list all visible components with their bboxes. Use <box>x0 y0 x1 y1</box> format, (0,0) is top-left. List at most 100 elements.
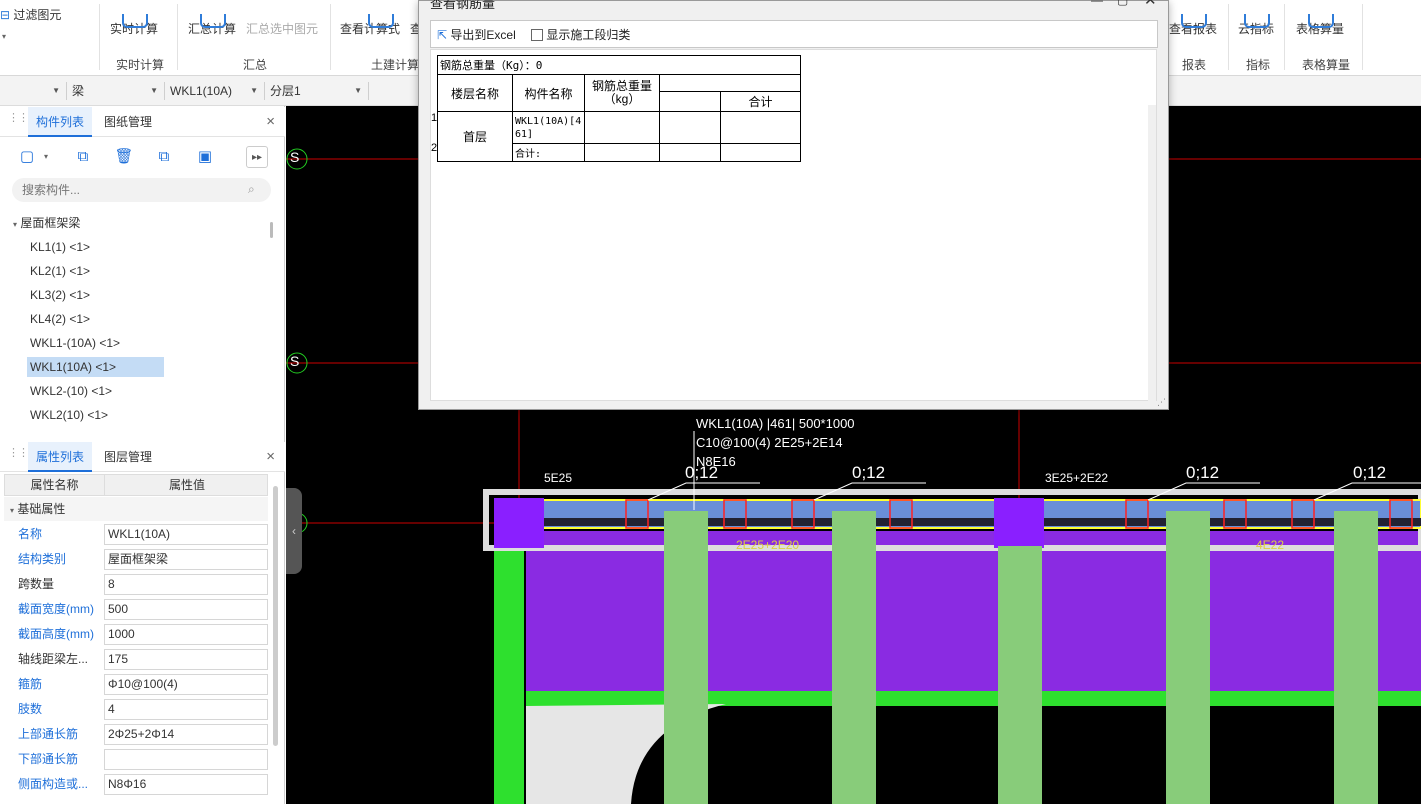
filter-icon: ⊟ <box>0 8 11 22</box>
tree-item[interactable]: KL4(2) <1> <box>27 309 93 329</box>
component-header: 构件名称 <box>512 74 585 112</box>
view-report-button[interactable]: 查看报表 <box>1169 14 1217 37</box>
search-input[interactable] <box>12 178 271 202</box>
subtotal-cell: 合计: <box>512 143 585 162</box>
tree-item[interactable]: WKL2-(10) <1> <box>27 381 115 401</box>
property-value[interactable]: 500 <box>104 599 268 620</box>
property-value[interactable]: 8 <box>104 574 268 595</box>
stirrup-label: 0;12 <box>685 463 719 482</box>
column <box>998 546 1042 804</box>
search-icon[interactable]: ⌕ <box>248 182 255 197</box>
tree-item[interactable]: WKL2(10) <1> <box>27 405 111 425</box>
tree-scrollbar[interactable] <box>270 222 273 238</box>
minimize-icon[interactable]: — <box>1091 0 1103 7</box>
table-quantity-button[interactable]: 表格算量 <box>1296 14 1344 37</box>
chevron-down-icon[interactable]: ▾ <box>44 146 48 168</box>
duplicate-icon[interactable]: ⧉ <box>153 146 175 168</box>
property-value[interactable]: N8Φ16 <box>104 774 268 795</box>
summary-selected-button[interactable]: 汇总选中图元 <box>246 20 318 37</box>
support-column <box>994 498 1044 548</box>
component-select[interactable]: WKL1(10A) ▼ <box>166 80 262 102</box>
floor-cell: 首层 <box>437 111 513 162</box>
view-formula-button[interactable]: 查看计算式 <box>340 14 400 37</box>
left-beam <box>494 546 524 804</box>
property-scrollbar[interactable] <box>273 486 278 746</box>
drag-handle-icon[interactable]: ⋮⋮ <box>8 113 29 124</box>
tab-drawing-management[interactable]: 图纸管理 <box>96 107 160 137</box>
drag-handle-icon[interactable]: ⋮⋮ <box>8 448 29 459</box>
left-panel: ⋮⋮ 构件列表 图纸管理 × ▢ ▾ ⧉ 🗑 ⧉ ▣ ▸▸ ⌕ ▾ 屋面框架梁 … <box>0 106 285 804</box>
property-row: 截面高度(mm) 1000 <box>4 622 268 647</box>
close-icon[interactable]: × <box>266 448 275 465</box>
group-civil: 土建计算 <box>371 58 420 72</box>
filter-elements-button[interactable]: ⊟ 过滤图元 <box>0 6 61 23</box>
column <box>832 511 876 804</box>
property-row: 名称 WKL1(10A) <box>4 522 268 547</box>
tree-root[interactable]: ▾ 屋面框架梁 <box>10 213 83 233</box>
property-value[interactable]: Φ10@100(4) <box>104 674 268 695</box>
tree-item[interactable]: WKL1-(10A) <1> <box>27 333 123 353</box>
col-property-value: 属性值 <box>168 478 205 492</box>
property-name: 轴线距梁左... <box>18 652 89 666</box>
beam-annotation[interactable]: WKL1(10A) |461| 500*1000 C10@100(4) 2E25… <box>696 414 855 471</box>
property-value[interactable]: 2Φ25+2Φ14 <box>104 724 268 745</box>
export-excel-button[interactable]: ⇱ 导出到Excel <box>437 26 516 43</box>
col-property-name: 属性名称 <box>5 475 105 495</box>
close-icon[interactable]: ✕ <box>1144 0 1157 9</box>
bottom-rebar-label: 2E25+2E20 <box>736 538 800 552</box>
property-value[interactable]: 屋面框架梁 <box>104 549 268 570</box>
property-name: 结构类别 <box>18 552 67 566</box>
summary-calc-button[interactable]: 汇总计算 <box>188 14 236 37</box>
resize-grip-icon[interactable]: ⋰ <box>1157 397 1166 408</box>
stirrup-label: 0;12 <box>1353 463 1387 482</box>
property-value[interactable]: 175 <box>104 649 268 670</box>
close-icon[interactable]: × <box>266 113 275 130</box>
stirrup-label: 0;12 <box>852 463 886 482</box>
more-icon[interactable]: ▸▸ <box>246 146 268 168</box>
layer-copy-icon[interactable]: ▣ <box>194 146 216 168</box>
chevron-left-icon: ‹ <box>292 524 296 538</box>
new-component-icon[interactable]: ▢ <box>16 146 38 168</box>
support-rebar-label: 3E25+2E22 <box>1045 471 1109 485</box>
property-value[interactable]: WKL1(10A) <box>104 524 268 545</box>
tree-item[interactable]: KL1(1) <1> <box>27 237 93 257</box>
table-edit-icon <box>1308 14 1334 28</box>
category-select[interactable]: 梁 ▼ <box>68 80 162 102</box>
copy-icon[interactable]: ⧉ <box>72 146 94 168</box>
show-stage-checkbox[interactable]: 显示施工段归类 <box>531 26 630 43</box>
cloud-index-button[interactable]: 云指标 <box>1238 14 1274 37</box>
realtime-calc-button[interactable]: 实时计算 <box>110 14 158 37</box>
axis-label: S <box>290 353 300 369</box>
tree-item[interactable]: KL3(2) <1> <box>27 285 93 305</box>
sigma-icon <box>200 14 226 28</box>
tab-property-list[interactable]: 属性列表 <box>28 442 93 472</box>
tab-layer-management[interactable]: 图层管理 <box>96 442 160 472</box>
slab-area <box>526 531 1421 691</box>
property-panel-tabs: ⋮⋮ 属性列表 图层管理 × <box>0 442 285 472</box>
property-name: 箍筋 <box>18 677 43 691</box>
cloud-icon <box>1244 14 1270 28</box>
property-value[interactable]: 4 <box>104 699 268 720</box>
total-weight-header: 钢筋总重量（kg） <box>584 74 660 112</box>
maximize-icon[interactable]: ▢ <box>1117 0 1128 7</box>
floor-select[interactable]: ▼ <box>0 80 64 102</box>
tab-component-list[interactable]: 构件列表 <box>28 107 93 137</box>
tree-item[interactable]: WKL1(10A) <1> <box>27 357 164 377</box>
delete-icon[interactable]: 🗑 <box>113 146 135 168</box>
report-scrollbar[interactable] <box>1148 105 1156 401</box>
sum-header: 合计 <box>720 91 801 112</box>
panel-collapse-handle[interactable]: ‹ <box>286 488 302 574</box>
checkbox-icon <box>531 29 543 41</box>
property-value[interactable] <box>104 749 268 770</box>
column <box>664 511 708 804</box>
rebar-table: 钢筋总重量（Kg）：0 楼层名称 构件名称 钢筋总重量（kg） 合计 首层 WK… <box>437 55 801 162</box>
dialog-title: 查看钢筋量 <box>430 0 496 11</box>
dropdown-arrow-icon[interactable]: ▾ <box>2 32 6 41</box>
property-value[interactable]: 1000 <box>104 624 268 645</box>
tree-item[interactable]: KL2(1) <1> <box>27 261 93 281</box>
layer-select[interactable]: 分层1 ▼ <box>266 80 366 102</box>
axis-label: S <box>290 149 300 165</box>
property-row: 肢数 4 <box>4 697 268 722</box>
property-section[interactable]: ▾ 基础属性 <box>4 497 268 521</box>
chevron-down-icon: ▼ <box>150 86 158 95</box>
